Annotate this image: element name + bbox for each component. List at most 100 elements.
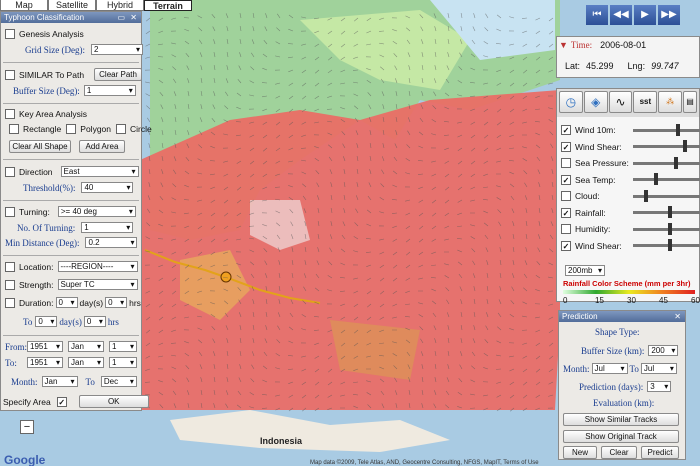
to-year-select[interactable]: 1951	[27, 357, 63, 368]
layer-slider[interactable]	[633, 239, 700, 251]
to-day-select[interactable]: 1	[109, 357, 137, 368]
predict-button[interactable]: Predict	[641, 446, 679, 459]
slider-knob[interactable]	[668, 239, 672, 251]
layer-label: Wind 10m:	[575, 125, 616, 135]
play-button[interactable]: ▶	[634, 5, 656, 25]
layer-slider[interactable]	[633, 156, 700, 169]
min-distance-label: Min Distance (Deg):	[5, 237, 80, 248]
prediction-days-select[interactable]: 3	[647, 381, 672, 392]
direction-select[interactable]: East	[60, 166, 139, 177]
from-month-select[interactable]: Jan	[68, 341, 104, 352]
info-arrow-icon[interactable]: ▼	[559, 40, 568, 50]
sst-button[interactable]: sst	[633, 91, 658, 113]
clock-icon[interactable]: ◷	[559, 91, 583, 113]
circle-checkbox[interactable]	[116, 124, 126, 134]
duration-from-days[interactable]: 0	[55, 297, 78, 308]
layer-slider[interactable]	[633, 189, 700, 202]
turning-label: Turning:	[19, 206, 50, 217]
google-logo: Google	[4, 453, 46, 466]
tab-map[interactable]: Map	[0, 0, 48, 11]
close-icon[interactable]: ✕	[130, 12, 137, 23]
slider-knob[interactable]	[668, 222, 672, 235]
layer-slider[interactable]	[633, 222, 700, 235]
layer-checkbox[interactable]: ✓	[561, 240, 571, 251]
layer-checkbox[interactable]	[561, 158, 571, 168]
layer-slider[interactable]	[633, 173, 700, 185]
from-year-select[interactable]: 1951	[27, 341, 63, 352]
typhoon-center[interactable]	[220, 271, 232, 283]
threshold-select[interactable]: 40	[81, 182, 134, 193]
slider-knob[interactable]	[668, 206, 672, 218]
duration-checkbox[interactable]	[5, 297, 15, 308]
duration-to-days[interactable]: 0	[35, 316, 58, 327]
buffer-size-select[interactable]: 1	[83, 85, 136, 96]
to-month-select[interactable]: Jan	[68, 357, 104, 368]
new-button[interactable]: New	[563, 446, 597, 459]
layers-icon[interactable]: ◈	[583, 91, 608, 113]
lng-label: Lng:	[627, 61, 646, 71]
no-of-turning-select[interactable]: 1	[81, 222, 134, 233]
layer-slider[interactable]	[633, 140, 700, 152]
lat-value: 45.299	[586, 61, 614, 71]
month-to-select[interactable]: Dec	[100, 376, 137, 387]
tab-satellite[interactable]: Satellite	[48, 0, 96, 11]
show-original-track-button[interactable]: Show Original Track	[563, 430, 679, 443]
clear-all-shape-button[interactable]: Clear All Shape	[9, 140, 71, 153]
layer-label: Sea Pressure:	[575, 158, 629, 168]
strength-checkbox[interactable]	[5, 279, 15, 290]
fast-forward-button[interactable]: ▶▶	[658, 5, 680, 25]
clear-path-button[interactable]: Clear Path	[94, 68, 143, 81]
grid-size-select[interactable]: 2	[90, 44, 143, 55]
slider-knob[interactable]	[674, 156, 678, 169]
close-icon[interactable]: ✕	[674, 311, 681, 322]
slider-knob[interactable]	[654, 173, 658, 185]
add-area-button[interactable]: Add Area	[79, 140, 125, 153]
turning-select[interactable]: >= 40 deg	[57, 206, 136, 217]
layer-checkbox[interactable]	[561, 191, 571, 201]
strength-select[interactable]: Super TC	[57, 279, 138, 290]
month-to-select[interactable]: Jul	[640, 363, 677, 374]
layer-checkbox[interactable]: ✓	[561, 141, 571, 152]
clear-button[interactable]: Clear	[601, 446, 637, 459]
from-day-select[interactable]: 1	[109, 341, 137, 352]
duration-from-hrs[interactable]: 0	[105, 297, 128, 308]
layer-slider[interactable]	[633, 123, 700, 136]
layer-checkbox[interactable]: ✓	[561, 174, 571, 185]
duration-to-hrs[interactable]: 0	[83, 316, 106, 327]
ok-button[interactable]: OK	[78, 395, 149, 408]
wave-icon[interactable]: ∿	[608, 91, 633, 113]
polygon-checkbox[interactable]	[66, 124, 77, 134]
tab-hybrid[interactable]: Hybrid	[96, 0, 144, 11]
show-similar-tracks-button[interactable]: Show Similar Tracks	[563, 413, 679, 426]
tab-terrain[interactable]: Terrain	[144, 0, 192, 11]
location-select[interactable]: ----REGION----	[57, 261, 138, 272]
level-select[interactable]: 200mb	[565, 265, 605, 276]
month-from-select[interactable]: Jan	[41, 376, 78, 387]
slider-knob[interactable]	[683, 140, 687, 152]
turning-checkbox[interactable]	[5, 206, 15, 217]
minimize-icon[interactable]: ▭	[117, 12, 125, 23]
hrs-label: hrs	[107, 316, 119, 327]
layer-slider[interactable]	[633, 206, 700, 218]
to-label: To:	[5, 357, 17, 368]
slider-knob[interactable]	[644, 189, 648, 202]
key-area-checkbox[interactable]	[5, 109, 15, 119]
similar-checkbox[interactable]	[5, 69, 15, 80]
genesis-checkbox[interactable]	[5, 29, 15, 39]
specify-area-checkbox[interactable]: ✓	[56, 396, 67, 407]
min-distance-select[interactable]: 0.2	[85, 237, 138, 248]
zoom-control[interactable]: −	[20, 420, 34, 434]
chart-icon[interactable]: ▤	[683, 91, 697, 113]
month-from-select[interactable]: Jul	[591, 363, 628, 374]
direction-checkbox[interactable]	[5, 166, 15, 177]
track-icon[interactable]: ⁂	[658, 91, 683, 113]
layer-checkbox[interactable]: ✓	[561, 125, 571, 135]
first-frame-button[interactable]: ⏮	[586, 5, 608, 25]
slider-knob[interactable]	[676, 123, 680, 136]
buffer-km-select[interactable]: 200	[648, 345, 679, 356]
rewind-button[interactable]: ◀◀	[610, 5, 632, 25]
layer-checkbox[interactable]	[561, 224, 571, 234]
layer-checkbox[interactable]: ✓	[561, 207, 571, 218]
location-checkbox[interactable]	[5, 261, 15, 272]
rectangle-checkbox[interactable]	[9, 124, 19, 134]
